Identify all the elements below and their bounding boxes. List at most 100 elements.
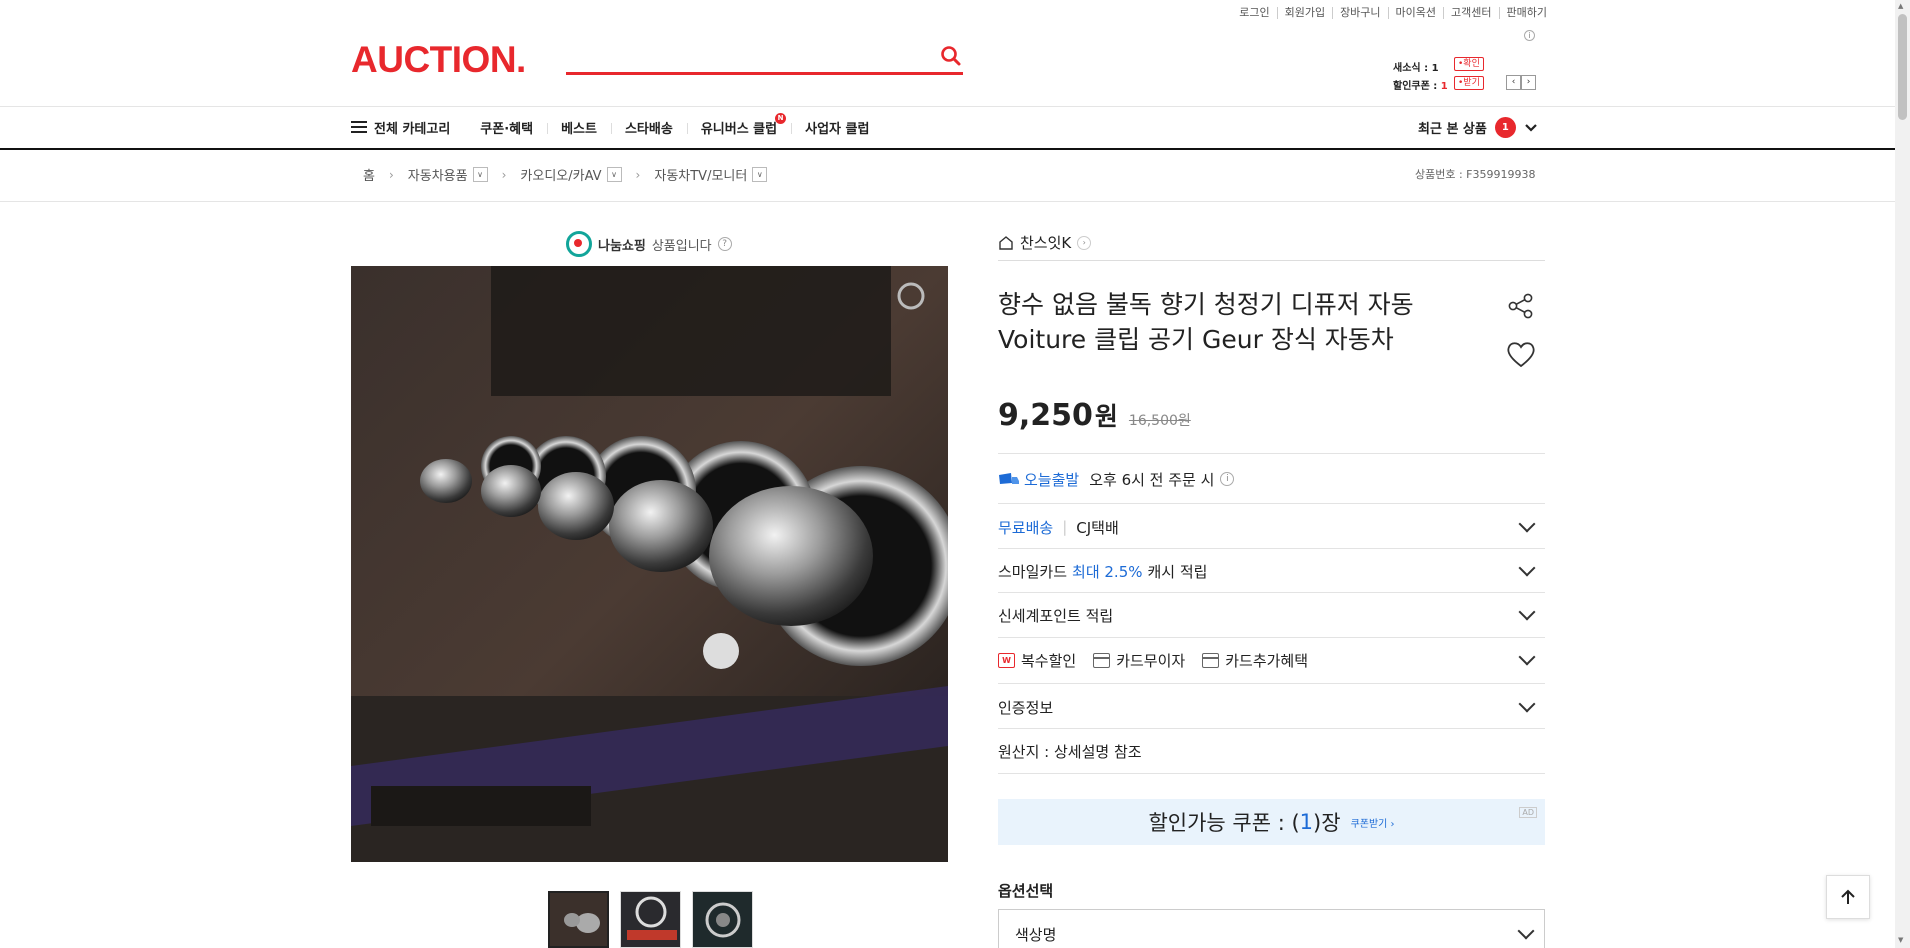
mini-prev-button[interactable]: ‹: [1506, 75, 1521, 90]
breadcrumb-item-cartv[interactable]: 자동차TV/모니터: [654, 165, 747, 184]
login-link[interactable]: 로그인: [1232, 7, 1276, 19]
scroll-down-icon[interactable]: ▼: [1898, 936, 1903, 944]
thumbnail-2[interactable]: [620, 891, 681, 948]
recent-products[interactable]: 최근 본 상품 1: [1418, 117, 1538, 138]
divider: [998, 637, 1545, 638]
coupon-receive-button[interactable]: •받기: [1454, 76, 1484, 90]
gnb-menu: 전체 카테고리 쿠폰·혜택 베스트 스타배송 유니버스 클럽 N 사업자 클럽: [351, 112, 897, 138]
info-icon[interactable]: i: [1524, 30, 1535, 41]
nav-universe-club[interactable]: 유니버스 클럽 N: [686, 112, 787, 137]
nanum-brand: 나눔쇼핑: [598, 238, 646, 254]
multi-discount: W 복수할인: [998, 650, 1076, 671]
discount-icon: W: [998, 652, 1015, 668]
original-price: 16,500원: [1128, 413, 1191, 429]
nanum-shopping-banner: 나눔쇼핑 상품입니다 ?: [566, 231, 732, 257]
coupon-banner[interactable]: 할인가능 쿠폰 : (1)장 쿠폰받기 › AD: [998, 799, 1545, 845]
recent-count-badge: 1: [1494, 117, 1516, 138]
chevron-down-icon: [1518, 695, 1536, 713]
chevron-down-icon[interactable]: ∨: [472, 167, 488, 182]
news-label: 새소식 : 1: [1393, 63, 1439, 74]
today-shipping-row: 오늘출발 오후 6시 전 주문 시 i: [998, 467, 1545, 491]
nav-business-club[interactable]: 사업자 클럽: [791, 118, 869, 137]
today-ship-desc: 오후 6시 전 주문 시: [1089, 470, 1215, 489]
coupon-prefix: 할인가능 쿠폰 : (: [1148, 811, 1300, 835]
cs-link[interactable]: 고객센터: [1443, 7, 1498, 19]
today-ship-label: 오늘출발: [1024, 470, 1080, 489]
card-free-interest: 카드무이자: [1093, 650, 1185, 671]
card-icon: [1093, 652, 1111, 668]
gnb-bar: [0, 106, 1895, 150]
smilecard-label: 스마일카드: [998, 562, 1068, 581]
separator: |: [1062, 518, 1068, 536]
chevron-down-icon: [1518, 648, 1536, 666]
home-icon: [999, 236, 1013, 250]
nanum-text: 상품입니다: [651, 238, 712, 254]
shipping-row[interactable]: 무료배송 | CJ택배: [998, 515, 1545, 539]
cart-link[interactable]: 장바구니: [1332, 7, 1387, 19]
certification-row[interactable]: 인증정보: [998, 695, 1545, 719]
chevron-right-icon: ›: [1077, 235, 1092, 250]
origin-row: 원산지 : 상세설명 참조: [998, 739, 1545, 763]
divider: [998, 728, 1545, 729]
heart-icon[interactable]: [1505, 339, 1537, 369]
chevron-down-icon[interactable]: ∨: [606, 167, 622, 182]
mini-next-button[interactable]: ›: [1521, 75, 1536, 90]
scrollbar-track[interactable]: [1895, 0, 1910, 948]
nav-coupon[interactable]: 쿠폰·혜택: [480, 118, 533, 137]
divider: [998, 592, 1545, 593]
signup-link[interactable]: 회원가입: [1276, 7, 1332, 19]
product-main-image[interactable]: [351, 266, 948, 862]
divider: [998, 503, 1545, 504]
breadcrumb-item-car[interactable]: 자동차용품: [408, 165, 468, 184]
breadcrumb-separator-icon: ›: [501, 167, 507, 182]
breadcrumb-item-caraudio[interactable]: 카오디오/카AV: [520, 165, 601, 184]
store-link[interactable]: 찬스잇K ›: [998, 232, 1092, 253]
all-category-button[interactable]: 전체 카테고리: [374, 118, 450, 137]
help-icon[interactable]: ?: [717, 237, 732, 251]
thumbnail-1[interactable]: [548, 891, 609, 948]
info-icon[interactable]: i: [1220, 472, 1235, 486]
search-icon[interactable]: [940, 45, 962, 67]
chevron-down-icon: [1518, 603, 1536, 621]
smilecard-row[interactable]: 스마일카드 최대 2.5% 캐시 적립: [998, 559, 1545, 583]
chevron-down-icon: [1518, 515, 1536, 533]
breadcrumb: 홈 › 자동차용품 ∨ › 카오디오/카AV ∨ › 자동차TV/모니터 ∨: [363, 165, 768, 184]
option-select[interactable]: 색상명: [998, 909, 1545, 948]
news-check-button[interactable]: •확인: [1454, 57, 1484, 71]
product-number: 상품번호 : F359919938: [1415, 168, 1536, 181]
hamburger-icon[interactable]: [351, 120, 367, 134]
coupon-count: 1: [1299, 810, 1314, 834]
store-name: 찬스잇K: [1020, 234, 1072, 252]
courier-label: CJ택배: [1076, 518, 1119, 537]
share-icon[interactable]: [1506, 291, 1536, 321]
back-to-top-button[interactable]: [1826, 875, 1870, 919]
coupon-receive-link[interactable]: 쿠폰받기 ›: [1351, 815, 1395, 830]
truck-icon: [999, 473, 1019, 484]
option-value: 색상명: [1015, 925, 1057, 944]
breadcrumb-home[interactable]: 홈: [363, 165, 375, 184]
search-input[interactable]: [566, 72, 963, 75]
auction-logo[interactable]: AUCTION.: [351, 38, 526, 82]
divider: [998, 548, 1545, 549]
card-benefits-row[interactable]: W 복수할인 카드무이자 카드추가혜택: [998, 648, 1545, 672]
nav-star-delivery[interactable]: 스타배송: [611, 118, 673, 137]
scroll-up-icon[interactable]: ▲: [1898, 2, 1903, 10]
coupon-label: 할인쿠폰 : 1: [1393, 81, 1448, 92]
divider: [998, 683, 1545, 684]
myauction-link[interactable]: 마이옥션: [1387, 7, 1443, 19]
thumbnail-list: [548, 891, 753, 948]
chevron-down-icon[interactable]: ∨: [752, 167, 768, 182]
nav-best[interactable]: 베스트: [547, 118, 597, 137]
smilecard-rate: 최대 2.5%: [1072, 562, 1143, 581]
divider: [998, 453, 1545, 454]
recent-label: 최근 본 상품: [1418, 122, 1487, 137]
option-label: 옵션선택: [998, 882, 1054, 900]
breadcrumb-bar: [0, 150, 1895, 202]
scrollbar-thumb[interactable]: [1898, 14, 1907, 120]
thumbnail-3[interactable]: [692, 891, 753, 948]
sale-price: 9,250: [998, 398, 1093, 433]
arrow-up-icon: [1841, 889, 1855, 904]
shinsegae-row[interactable]: 신세계포인트 적립: [998, 603, 1545, 627]
ad-badge: AD: [1519, 807, 1537, 818]
sell-link[interactable]: 판매하기: [1498, 7, 1554, 19]
